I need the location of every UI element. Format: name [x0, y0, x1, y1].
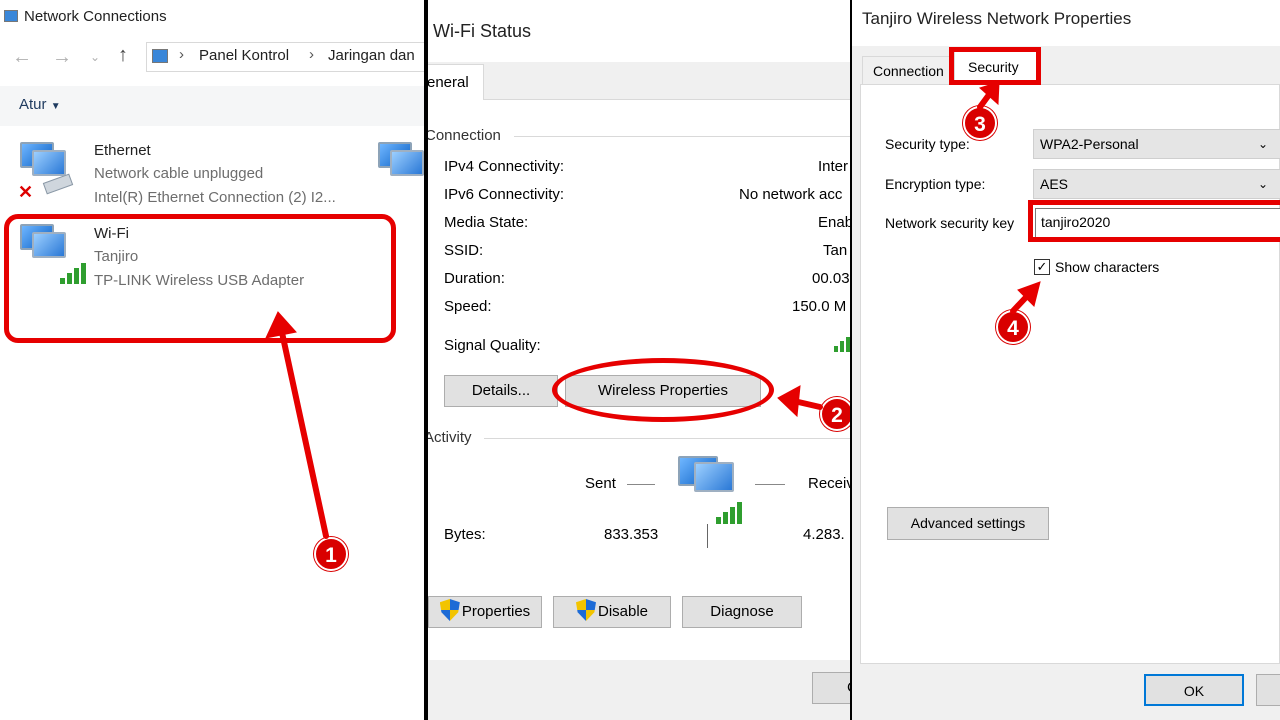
encryption-type-value: AES	[1040, 176, 1069, 192]
duration-label: Duration:	[444, 270, 505, 287]
tab-connection[interactable]: Connection	[862, 56, 954, 84]
dropdown-arrow-icon: ▼	[50, 101, 61, 112]
chevron-down-icon: ⌄	[1257, 137, 1268, 151]
media-state-value: Enab	[818, 214, 850, 231]
control-panel-icon	[152, 49, 168, 63]
group-divider	[484, 438, 850, 439]
ipv6-value: No network acc	[739, 186, 843, 203]
network-key-label: Network security key	[885, 215, 1015, 231]
activity-group-title: Activity	[428, 429, 472, 446]
window-title: Wi-Fi Status	[433, 21, 532, 41]
step-badge-2: 2	[820, 397, 850, 431]
up-arrow-icon[interactable]: ↑	[118, 44, 128, 67]
recent-locations-icon[interactable]: ⌄	[90, 50, 100, 64]
signal-quality-icon	[834, 336, 850, 352]
organize-label: Atur	[19, 96, 47, 113]
command-bar: Atur ▼	[0, 86, 424, 126]
highlight-security-tab	[949, 47, 1041, 85]
diagnose-button[interactable]: Diagnose	[682, 596, 802, 628]
cancel-button-partial[interactable]	[1256, 674, 1280, 706]
window-title: Tanjiro Wireless Network Properties	[862, 9, 1132, 28]
ethernet-disconnected-icon: ✕	[18, 142, 74, 202]
adapter-status: Network cable unplugged	[94, 165, 264, 182]
adapter-ethernet[interactable]: ✕ Ethernet Network cable unplugged Intel…	[14, 136, 374, 208]
show-characters-label: Show characters	[1055, 259, 1160, 275]
uac-shield-icon	[575, 599, 596, 621]
ipv4-label: IPv4 Connectivity:	[444, 158, 565, 175]
received-label: Receiv	[808, 475, 850, 492]
bytes-sent-value: 833.353	[604, 526, 659, 543]
forward-arrow-icon[interactable]: →	[52, 46, 72, 69]
disconnected-x-icon: ✕	[18, 182, 34, 202]
received-line	[755, 484, 785, 485]
security-tab-panel: Security type: WPA2-Personal ⌄ Encryptio…	[860, 84, 1280, 664]
sent-label: Sent	[585, 475, 616, 492]
uac-shield-icon	[439, 599, 460, 621]
bytes-received-value: 4.283.	[803, 526, 845, 543]
connection-group-title: Connection	[428, 127, 501, 144]
breadcrumb-separator-icon: ›	[309, 46, 314, 63]
tab-connection-label: Connection	[873, 63, 944, 79]
step-badge-1: 1	[314, 537, 348, 571]
panel-separator	[424, 0, 428, 720]
window-title: Network Connections	[24, 8, 167, 25]
properties-button-label: Properties	[461, 603, 531, 620]
highlight-network-key	[1028, 200, 1280, 242]
breadcrumb-network[interactable]: Jaringan dan	[328, 47, 415, 64]
activity-signal-icon	[716, 496, 752, 524]
ipv6-label: IPv6 Connectivity:	[444, 186, 565, 203]
ipv4-value: Inter	[818, 158, 849, 175]
security-type-select[interactable]: WPA2-Personal ⌄	[1033, 129, 1280, 159]
adapter-device: Intel(R) Ethernet Connection (2) I2...	[94, 189, 336, 206]
tab-strip: eneral	[428, 64, 850, 101]
network-activity-icon	[678, 456, 748, 526]
adapter-icon-partial[interactable]	[378, 142, 424, 184]
step-badge-3: 3	[963, 106, 997, 140]
security-type-value: WPA2-Personal	[1040, 136, 1139, 152]
wifi-status-window: Wi-Fi Status eneral Connection IPv4 Conn…	[428, 0, 850, 720]
bytes-divider	[707, 524, 708, 548]
ssid-value: Tan	[823, 242, 848, 259]
highlight-wireless-properties	[552, 358, 774, 422]
bytes-label: Bytes:	[444, 526, 486, 543]
network-connections-icon	[4, 10, 18, 22]
encryption-type-select[interactable]: AES ⌄	[1033, 169, 1280, 199]
close-button[interactable]: C	[812, 672, 850, 704]
tab-general[interactable]: eneral	[428, 64, 484, 101]
back-arrow-icon[interactable]: ←	[12, 46, 32, 69]
cable-icon	[42, 173, 74, 195]
breadcrumb-separator-icon: ›	[179, 46, 184, 63]
show-characters-checkbox[interactable]: ✓	[1034, 259, 1050, 275]
advanced-settings-button[interactable]: Advanced settings	[887, 507, 1049, 540]
chevron-down-icon: ⌄	[1257, 177, 1268, 191]
tab-general-label: eneral	[428, 74, 469, 91]
sent-line	[627, 484, 655, 485]
wireless-properties-window: Tanjiro Wireless Network Properties Conn…	[852, 0, 1280, 720]
breadcrumb-control-panel[interactable]: Panel Kontrol	[199, 47, 289, 64]
disable-button[interactable]: Disable	[553, 596, 671, 628]
security-type-label: Security type:	[885, 136, 970, 152]
organize-menu[interactable]: Atur ▼	[19, 96, 61, 113]
step-badge-4: 4	[996, 310, 1030, 344]
speed-value: 150.0 M	[792, 298, 847, 315]
adapter-name: Ethernet	[94, 142, 151, 159]
properties-button[interactable]: Properties	[428, 596, 542, 628]
group-divider	[514, 136, 850, 137]
network-connections-window: Network Connections ← → ⌄ ↑ › Panel Kont…	[0, 0, 424, 720]
details-button[interactable]: Details...	[444, 375, 558, 407]
media-state-label: Media State:	[444, 214, 529, 231]
encryption-type-label: Encryption type:	[885, 176, 986, 192]
duration-value: 00.03	[812, 270, 850, 287]
panel-separator	[850, 0, 852, 720]
highlight-wifi-adapter	[4, 214, 396, 343]
ssid-label: SSID:	[444, 242, 484, 259]
speed-label: Speed:	[444, 298, 492, 315]
address-bar[interactable]: › Panel Kontrol › Jaringan dan	[146, 42, 424, 72]
signal-quality-label: Signal Quality:	[444, 337, 541, 354]
disable-button-label: Disable	[597, 603, 649, 620]
ok-button[interactable]: OK	[1144, 674, 1244, 706]
